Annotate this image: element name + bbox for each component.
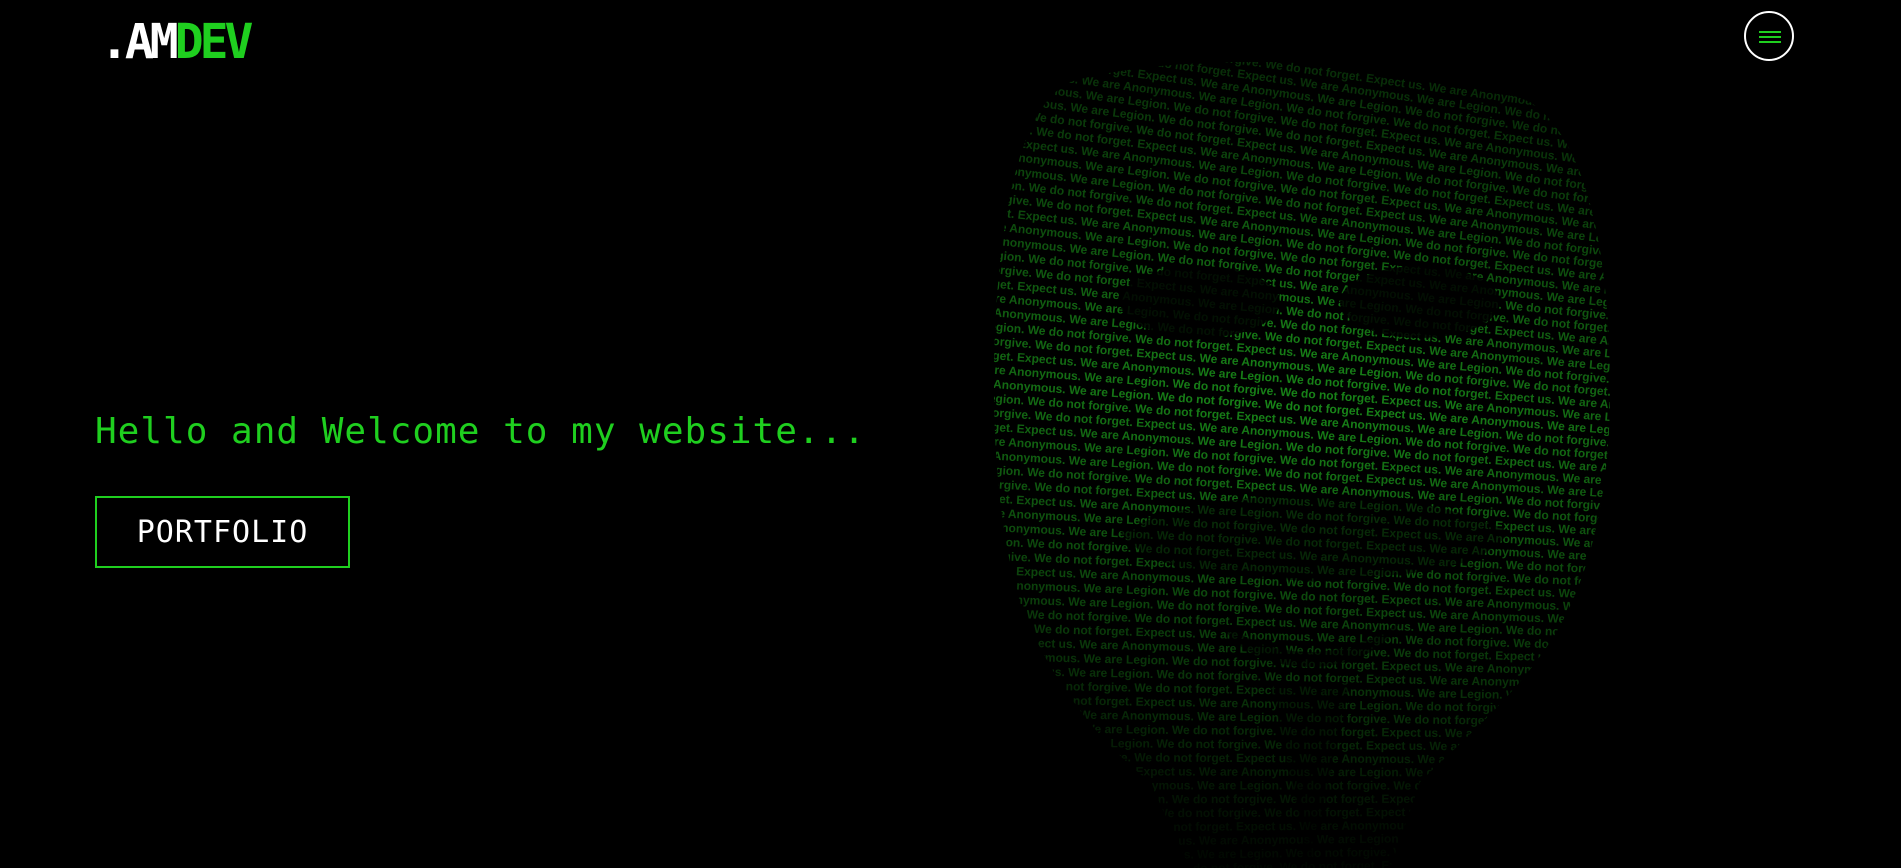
logo-dot: . xyxy=(100,14,129,70)
menu-button[interactable] xyxy=(1744,11,1794,61)
anonymous-mask-art: We are Anonymous. We are Legion. We do n… xyxy=(990,62,1630,868)
logo-am: AM xyxy=(124,14,179,70)
hamburger-menu-icon xyxy=(1759,31,1781,43)
site-logo[interactable]: .AMDEV xyxy=(100,14,254,70)
logo-dev: DEV xyxy=(174,14,254,70)
portfolio-button[interactable]: PORTFOLIO xyxy=(95,496,350,568)
welcome-heading: Hello and Welcome to my website... xyxy=(95,411,866,452)
